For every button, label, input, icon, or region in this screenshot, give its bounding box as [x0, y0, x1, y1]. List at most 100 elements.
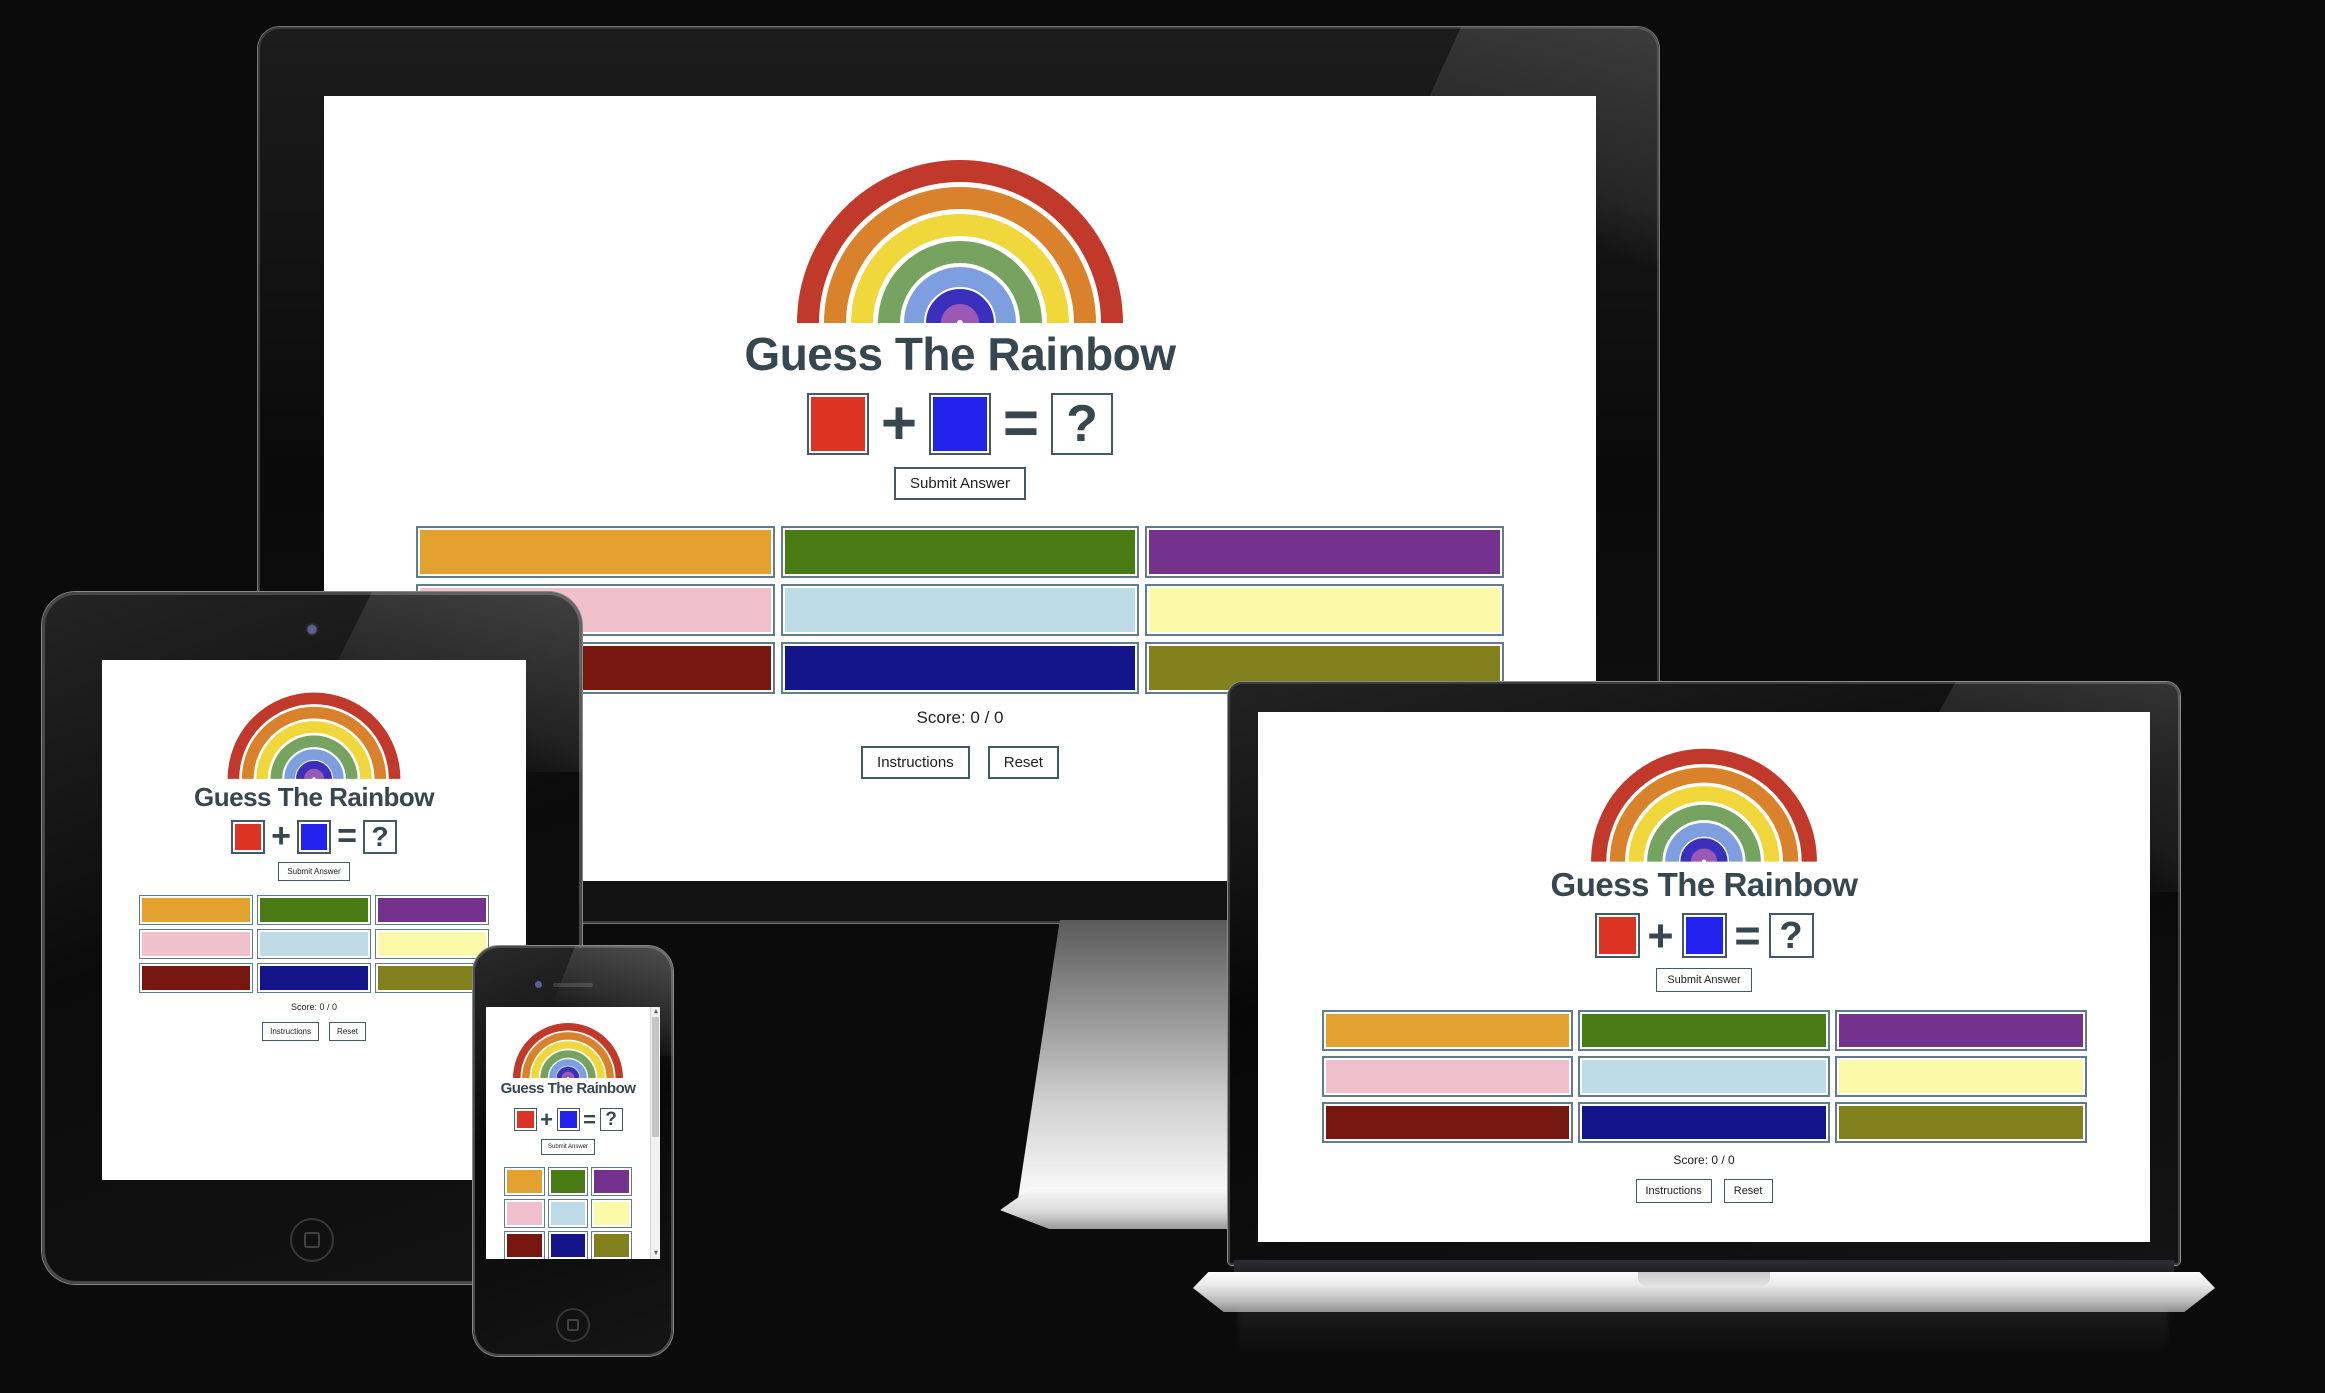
palette-swatch-light-blue[interactable]: [780, 584, 1140, 636]
color-palette-grid: [139, 895, 489, 993]
equation-color-a[interactable]: [231, 820, 265, 854]
palette-swatch-forest-green[interactable]: [547, 1167, 589, 1196]
instructions-button[interactable]: Instructions: [1635, 1179, 1712, 1203]
palette-swatch-purple[interactable]: [375, 895, 489, 925]
answer-slot[interactable]: ?: [599, 1108, 623, 1131]
tablet-camera-icon: [307, 625, 317, 634]
tablet-home-button[interactable]: [290, 1218, 334, 1262]
plus-icon: +: [271, 817, 291, 856]
palette-swatch-pink[interactable]: [139, 929, 253, 959]
tablet-screen: Guess The Rainbow + = ? Submit Answer Sc…: [102, 660, 526, 1180]
equation-row: + = ?: [231, 817, 397, 856]
color-palette-grid: [504, 1167, 632, 1259]
equals-icon: =: [1002, 389, 1040, 459]
submit-answer-button[interactable]: Submit Answer: [893, 467, 1027, 500]
instructions-button[interactable]: Instructions: [262, 1022, 319, 1041]
palette-swatch-pink[interactable]: [504, 1199, 545, 1228]
palette-swatch-navy[interactable]: [547, 1231, 589, 1259]
footer-buttons: Instructions Reset: [861, 746, 1059, 779]
palette-swatch-dark-red[interactable]: [1321, 1102, 1574, 1143]
page-title: Guess The Rainbow: [744, 328, 1176, 380]
equation-color-b[interactable]: [929, 393, 991, 455]
rainbow-icon: [227, 692, 401, 779]
equation-color-b[interactable]: [1681, 913, 1727, 958]
reset-button[interactable]: Reset: [329, 1022, 366, 1041]
laptop-device: Guess The Rainbow + = ? Submit Answer Sc…: [1193, 682, 2215, 1356]
score-label: Score: 0 / 0: [290, 1002, 338, 1012]
palette-swatch-navy[interactable]: [1578, 1102, 1830, 1143]
palette-swatch-goldenrod[interactable]: [416, 526, 775, 578]
page-title: Guess The Rainbow: [1550, 866, 1858, 903]
scroll-up-arrow-icon[interactable]: ▲: [651, 1007, 660, 1017]
palette-swatch-navy[interactable]: [257, 963, 371, 993]
phone-screen: Guess The Rainbow + = ? Submit Answer ▲ …: [486, 1007, 660, 1259]
palette-swatch-forest-green[interactable]: [1578, 1010, 1830, 1051]
answer-slot[interactable]: ?: [1768, 913, 1814, 958]
equation-row: + = ?: [1594, 909, 1814, 961]
rainbow-icon: [1591, 748, 1817, 862]
smartphone-device: Guess The Rainbow + = ? Submit Answer ▲ …: [473, 946, 673, 1356]
equation-row: + = ?: [807, 393, 1113, 455]
reset-button[interactable]: Reset: [987, 746, 1059, 779]
palette-swatch-purple[interactable]: [1145, 526, 1504, 578]
equation-color-b[interactable]: [297, 820, 331, 854]
palette-swatch-goldenrod[interactable]: [1321, 1010, 1574, 1051]
palette-swatch-forest-green[interactable]: [257, 895, 371, 925]
submit-answer-button[interactable]: Submit Answer: [1656, 968, 1752, 992]
palette-swatch-light-yellow[interactable]: [1145, 584, 1504, 636]
palette-swatch-light-yellow[interactable]: [591, 1199, 632, 1228]
equation-color-a[interactable]: [513, 1108, 537, 1131]
laptop-reflection: [1238, 1310, 2168, 1356]
submit-answer-button[interactable]: Submit Answer: [540, 1139, 596, 1155]
plus-icon: +: [540, 1106, 553, 1132]
equals-icon: =: [337, 817, 357, 856]
equals-icon: =: [1734, 909, 1761, 961]
palette-swatch-dark-red[interactable]: [504, 1231, 545, 1259]
equation-color-a[interactable]: [807, 393, 869, 455]
palette-swatch-light-blue[interactable]: [547, 1199, 589, 1228]
palette-swatch-light-yellow[interactable]: [1834, 1056, 2087, 1097]
palette-swatch-pink[interactable]: [1321, 1056, 1574, 1097]
scroll-down-arrow-icon[interactable]: ▼: [651, 1249, 660, 1259]
footer-buttons: Instructions Reset: [1635, 1179, 1773, 1203]
instructions-button[interactable]: Instructions: [861, 746, 970, 779]
equation-row: + = ?: [513, 1106, 623, 1132]
palette-swatch-navy[interactable]: [780, 642, 1140, 694]
palette-swatch-olive[interactable]: [375, 963, 489, 993]
app-laptop: Guess The Rainbow + = ? Submit Answer Sc…: [1258, 712, 2150, 1242]
phone-scrollbar[interactable]: ▲ ▼: [650, 1007, 660, 1259]
rainbow-icon: [797, 160, 1123, 323]
rainbow-logo: [512, 1019, 624, 1078]
plus-icon: +: [1647, 909, 1674, 961]
palette-swatch-purple[interactable]: [1834, 1010, 2087, 1051]
rainbow-logo: [1589, 740, 1819, 862]
answer-slot[interactable]: ?: [363, 820, 397, 854]
answer-slot[interactable]: ?: [1051, 393, 1113, 455]
equation-color-a[interactable]: [1594, 913, 1640, 958]
responsive-device-mockup: Guess The Rainbow + = ? Submit Answer Sc…: [0, 0, 2325, 1393]
equals-icon: =: [583, 1106, 596, 1132]
palette-swatch-light-blue[interactable]: [1578, 1056, 1830, 1097]
phone-home-button[interactable]: [556, 1308, 590, 1342]
laptop-screen: Guess The Rainbow + = ? Submit Answer Sc…: [1258, 712, 2150, 1242]
page-title: Guess The Rainbow: [194, 782, 435, 812]
phone-camera-icon: [535, 981, 542, 988]
palette-swatch-goldenrod[interactable]: [504, 1167, 545, 1196]
equation-color-b[interactable]: [556, 1108, 580, 1131]
scrollbar-thumb[interactable]: [652, 1017, 659, 1137]
score-label: Score: 0 / 0: [916, 708, 1004, 727]
palette-swatch-purple[interactable]: [591, 1167, 632, 1196]
palette-swatch-light-blue[interactable]: [257, 929, 371, 959]
palette-swatch-olive[interactable]: [1834, 1102, 2087, 1143]
palette-swatch-olive[interactable]: [591, 1231, 632, 1259]
palette-swatch-goldenrod[interactable]: [139, 895, 253, 925]
palette-swatch-dark-red[interactable]: [139, 963, 253, 993]
reset-button[interactable]: Reset: [1723, 1179, 1773, 1203]
app-phone: Guess The Rainbow + = ? Submit Answer: [486, 1007, 650, 1259]
palette-swatch-forest-green[interactable]: [780, 526, 1140, 578]
page-title: Guess The Rainbow: [500, 1080, 636, 1097]
submit-answer-button[interactable]: Submit Answer: [278, 862, 350, 881]
rainbow-logo: [226, 686, 402, 779]
palette-swatch-light-yellow[interactable]: [375, 929, 489, 959]
rainbow-logo: [794, 148, 1126, 323]
